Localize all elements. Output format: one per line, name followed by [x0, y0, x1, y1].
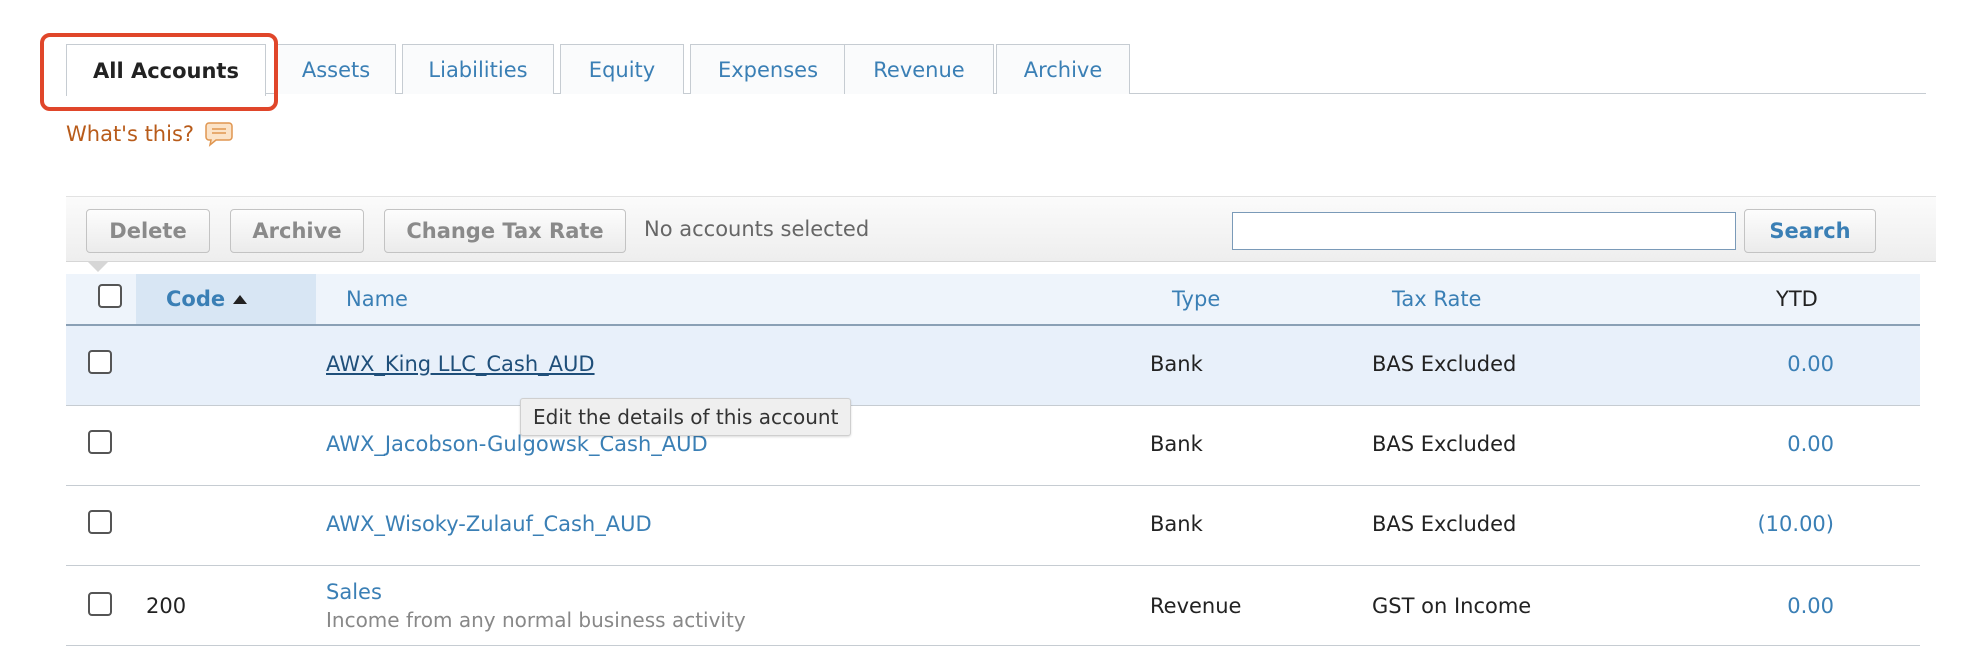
account-type: Bank: [1150, 352, 1203, 376]
account-tax-rate: BAS Excluded: [1372, 512, 1517, 536]
account-type: Revenue: [1150, 594, 1242, 618]
account-tax-rate: BAS Excluded: [1372, 352, 1517, 376]
account-tabs: All Accounts Assets Liabilities Equity E…: [66, 44, 1926, 96]
table-row: AWX_King LLC_Cash_AUD Bank BAS Excluded …: [66, 326, 1920, 406]
tab-liabilities[interactable]: Liabilities: [402, 44, 554, 94]
account-code: 200: [146, 594, 187, 618]
column-header-tax-rate[interactable]: Tax Rate: [1392, 274, 1481, 324]
sort-ascending-icon: [233, 294, 248, 304]
archive-button[interactable]: Archive: [230, 209, 364, 253]
select-all-checkbox[interactable]: [98, 284, 122, 308]
tab-revenue[interactable]: Revenue: [844, 44, 994, 94]
change-tax-rate-button[interactable]: Change Tax Rate: [384, 209, 626, 253]
tab-assets[interactable]: Assets: [276, 44, 396, 94]
account-ytd[interactable]: (10.00): [1757, 512, 1834, 536]
accounts-table: Code Name Type Tax Rate YTD AWX_King LLC…: [66, 274, 1920, 646]
column-header-code[interactable]: Code: [136, 274, 316, 324]
account-description: Income from any normal business activity: [326, 608, 746, 632]
search-input[interactable]: [1232, 212, 1736, 250]
account-name-link[interactable]: AWX_King LLC_Cash_AUD: [326, 352, 595, 376]
accounts-toolbar: Delete Archive Change Tax Rate No accoun…: [66, 196, 1936, 262]
tab-equity[interactable]: Equity: [560, 44, 684, 94]
account-ytd[interactable]: 0.00: [1787, 432, 1834, 456]
row-checkbox[interactable]: [88, 350, 112, 374]
account-tax-rate: GST on Income: [1372, 594, 1532, 618]
table-row: AWX_Wisoky-Zulauf_Cash_AUD Bank BAS Excl…: [66, 486, 1920, 566]
account-tax-rate: BAS Excluded: [1372, 432, 1517, 456]
table-row: AWX_Jacobson-Gulgowsk_Cash_AUD Bank BAS …: [66, 406, 1920, 486]
whats-this-link[interactable]: What's this?: [66, 120, 234, 148]
row-checkbox[interactable]: [88, 592, 112, 616]
row-checkbox[interactable]: [88, 430, 112, 454]
account-ytd[interactable]: 0.00: [1787, 594, 1834, 618]
column-header-type[interactable]: Type: [1172, 274, 1220, 324]
search-button[interactable]: Search: [1744, 209, 1876, 253]
edit-account-tooltip: Edit the details of this account: [520, 398, 852, 436]
account-type: Bank: [1150, 432, 1203, 456]
whats-this-label: What's this?: [66, 122, 195, 146]
column-header-ytd: YTD: [1776, 287, 1818, 311]
table-header: Code Name Type Tax Rate YTD: [66, 274, 1920, 326]
account-name-link[interactable]: Sales: [326, 580, 382, 604]
column-header-name[interactable]: Name: [346, 274, 408, 324]
table-row: 200 Sales Income from any normal busines…: [66, 566, 1920, 646]
delete-button[interactable]: Delete: [86, 209, 210, 253]
selection-status: No accounts selected: [644, 217, 870, 241]
account-name-link[interactable]: AWX_Wisoky-Zulauf_Cash_AUD: [326, 512, 652, 536]
column-header-code-label: Code: [166, 287, 226, 311]
account-ytd[interactable]: 0.00: [1787, 352, 1834, 376]
row-checkbox[interactable]: [88, 510, 112, 534]
account-type: Bank: [1150, 512, 1203, 536]
toolbar-notch: [88, 262, 108, 272]
speech-bubble-icon: [204, 120, 234, 148]
tab-all-accounts[interactable]: All Accounts: [66, 44, 266, 96]
tab-archive[interactable]: Archive: [996, 44, 1130, 94]
tab-expenses[interactable]: Expenses: [690, 44, 846, 94]
